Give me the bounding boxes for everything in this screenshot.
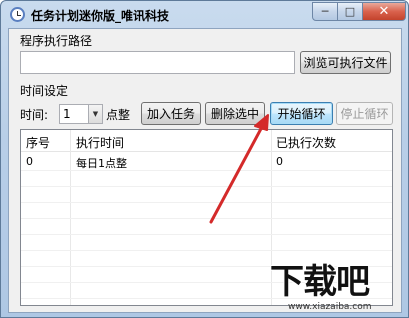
add-task-button[interactable]: 加入任务 <box>141 102 201 125</box>
row-divider <box>21 186 392 187</box>
table-row[interactable]: 0 每日1点整 0 <box>21 154 392 170</box>
start-loop-button[interactable]: 开始循环 <box>270 102 333 125</box>
path-section-label: 程序执行路径 <box>20 34 93 48</box>
watermark-url: www.xiazaiba.com <box>288 302 372 312</box>
maximize-button[interactable]: □ <box>337 2 363 21</box>
row-divider <box>21 234 392 235</box>
close-icon: ✕ <box>378 4 390 19</box>
row-divider <box>21 170 392 171</box>
time-label: 时间: <box>20 108 49 122</box>
minimize-icon: ─ <box>321 5 329 18</box>
hour-suffix-label: 点整 <box>106 108 131 122</box>
row-divider <box>21 218 392 219</box>
path-input[interactable] <box>20 51 295 74</box>
watermark-text: 下载吧 <box>270 262 370 302</box>
hour-value: 1 <box>63 107 71 121</box>
table-header: 序号 执行时间 已执行次数 <box>21 130 392 152</box>
column-header-index[interactable]: 序号 <box>26 134 50 151</box>
dropdown-arrow-icon[interactable]: ▼ <box>88 105 102 123</box>
hour-select[interactable]: 1 ▼ <box>59 104 103 124</box>
row-divider <box>21 202 392 203</box>
title-bar[interactable]: 任务计划迷你版_唯讯科技 ─ □ ✕ <box>1 1 408 28</box>
time-section-label: 时间设定 <box>20 84 69 98</box>
delete-selected-button[interactable]: 删除选中 <box>205 102 265 125</box>
row-time: 每日1点整 <box>76 157 127 170</box>
maximize-icon: □ <box>344 5 356 18</box>
stop-loop-button: 停止循环 <box>336 102 393 125</box>
watermark-logo: 下载吧 www.xiazaiba.com <box>268 262 406 316</box>
row-divider <box>21 250 392 251</box>
browse-button[interactable]: 浏览可执行文件 <box>300 51 391 74</box>
column-header-count[interactable]: 已执行次数 <box>276 134 336 151</box>
clock-icon <box>10 7 25 22</box>
column-header-time[interactable]: 执行时间 <box>76 134 124 151</box>
minimize-button[interactable]: ─ <box>312 2 338 21</box>
close-button[interactable]: ✕ <box>362 2 406 21</box>
row-count: 0 <box>276 155 283 168</box>
row-index: 0 <box>26 155 33 168</box>
window-title: 任务计划迷你版_唯讯科技 <box>31 9 170 23</box>
